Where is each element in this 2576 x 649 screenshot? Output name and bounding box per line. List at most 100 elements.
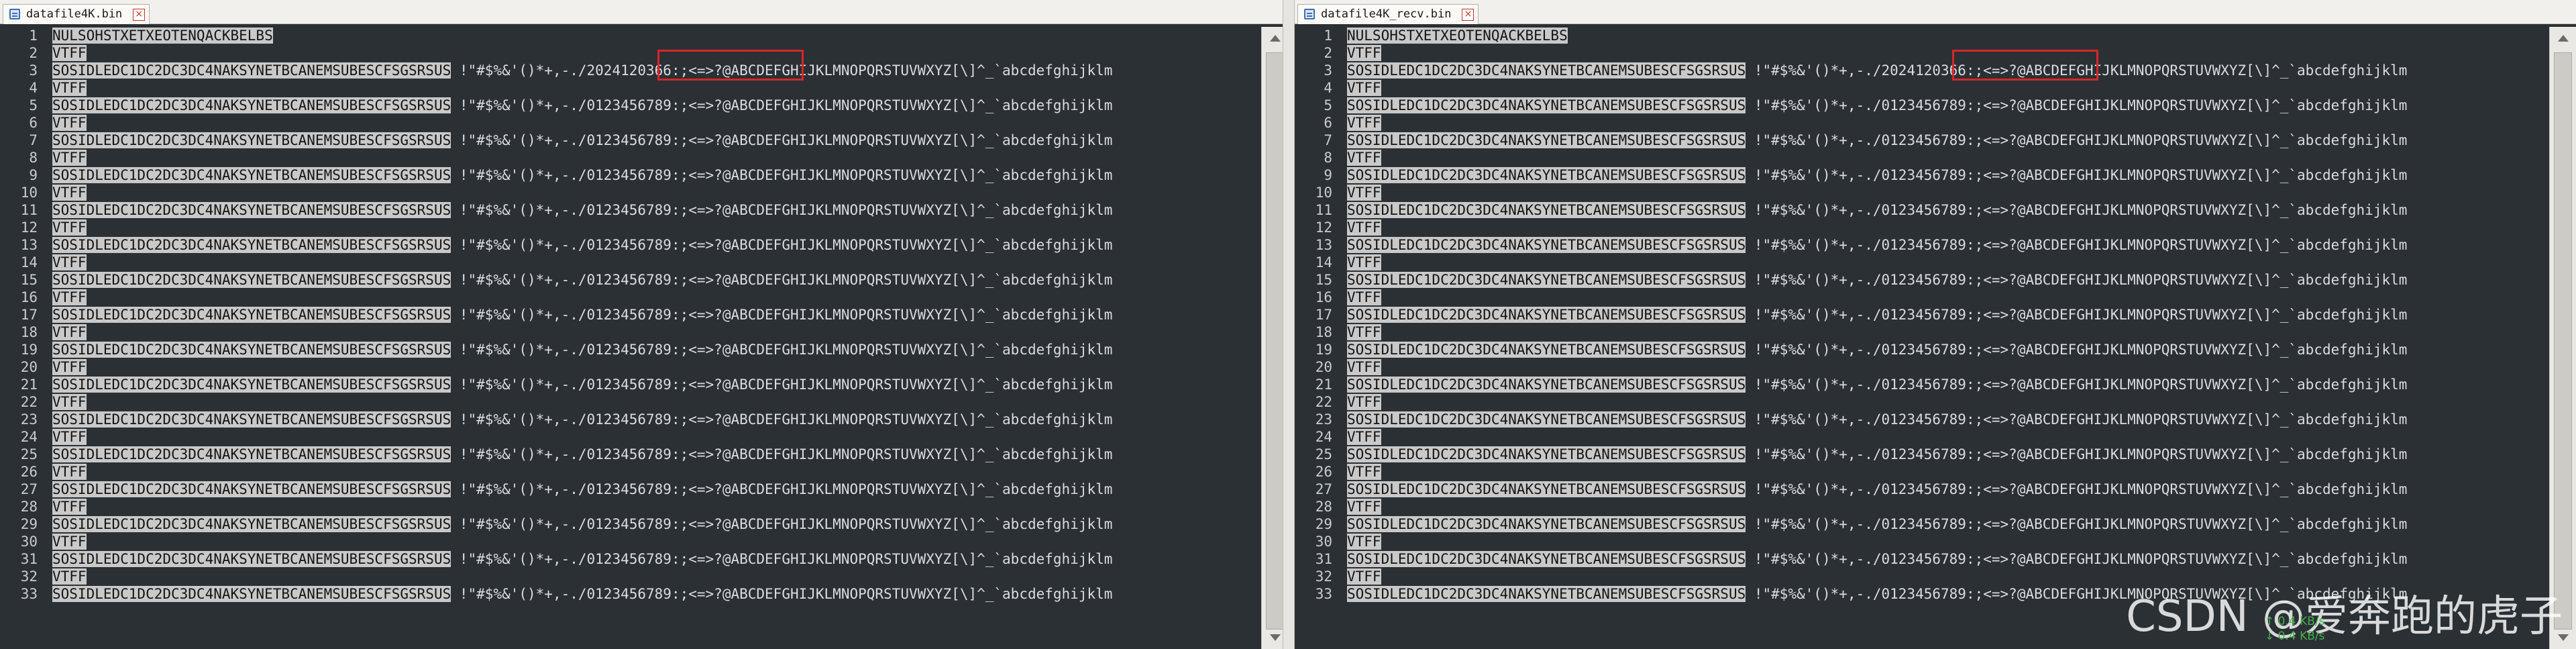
line-content: VTFF <box>52 254 87 271</box>
scroll-thumb[interactable] <box>2554 52 2572 630</box>
line-number: 15 <box>20 272 38 288</box>
ascii-text: !"#$%&'()*+,-./0123456789:;<=>?@ABCDEFGH… <box>451 272 1113 288</box>
control-chars: SOSIDLEDC1DC2DC3DC4NAKSYNETBCANEMSUBESCF… <box>1347 272 1746 288</box>
control-chars: SOSIDLEDC1DC2DC3DC4NAKSYNETBCANEMSUBESCF… <box>1347 167 1746 183</box>
left-text-area[interactable]: 1 NULSOHSTXETXEOTENQACKBELBS 2 VTFF 3 SOSIDLE… <box>0 27 1261 649</box>
ascii-text: !"#$%&'()*+,-./0123456789:;<=>?@ABCDEFGH… <box>1746 132 2408 148</box>
control-chars: NULSOHSTXETXEOTENQACKBELBS <box>52 28 273 44</box>
control-chars: SOSIDLEDC1DC2DC3DC4NAKSYNETBCANEMSUBESCF… <box>52 97 451 113</box>
line-content: VTFF <box>1347 358 1381 376</box>
control-chars: VTFF <box>1347 185 1381 201</box>
line-content: SOSIDLEDC1DC2DC3DC4NAKSYNETBCANEMSUBESCF… <box>52 166 1112 184</box>
tab-datafile4k[interactable]: datafile4K.bin × <box>3 4 150 24</box>
control-chars: VTFF <box>1347 80 1381 96</box>
control-chars: SOSIDLEDC1DC2DC3DC4NAKSYNETBCANEMSUBESCF… <box>1347 342 1746 358</box>
close-tab-icon[interactable]: × <box>133 9 146 21</box>
ascii-text: !"#$%&'()*+,-./0123456789:;<=>?@ABCDEFGH… <box>451 411 1113 428</box>
control-chars: VTFF <box>1347 429 1381 445</box>
ascii-text: !"#$%&'()*+,-./0123456789:;<=>?@ABCDEFGH… <box>1746 551 2408 567</box>
line-number: 27 <box>20 481 38 497</box>
line-content: SOSIDLEDC1DC2DC3DC4NAKSYNETBCANEMSUBESCF… <box>1347 341 2407 358</box>
right-text-area[interactable]: 1 NULSOHSTXETXEOTENQACKBELBS 2 VTFF 3 SOSIDLE… <box>1295 27 2549 649</box>
line-number: 1 <box>1324 28 1332 44</box>
ascii-text: !"#$%&'()*+,-./0123456789:;<=>?@ABCDEFGH… <box>451 167 1113 183</box>
file-icon <box>1304 9 1315 19</box>
ascii-text: !"#$%&'()*+,-./0123456789:;<=>?@ABCDEFGH… <box>1746 377 2408 393</box>
control-chars: SOSIDLEDC1DC2DC3DC4NAKSYNETBCANEMSUBESCF… <box>52 516 451 532</box>
control-chars: VTFF <box>52 219 87 236</box>
line-number: 30 <box>20 534 38 550</box>
tab-title: datafile4K.bin <box>26 7 123 21</box>
control-chars: SOSIDLEDC1DC2DC3DC4NAKSYNETBCANEMSUBESCF… <box>52 342 451 358</box>
line-number: 23 <box>1315 411 1332 428</box>
line-number: 12 <box>1315 219 1332 236</box>
line-number: 27 <box>1315 481 1332 497</box>
line-number: 24 <box>1315 429 1332 445</box>
line-content: SOSIDLEDC1DC2DC3DC4NAKSYNETBCANEMSUBESCF… <box>1347 271 2407 289</box>
line-content: VTFF <box>1347 393 1381 411</box>
control-chars: SOSIDLEDC1DC2DC3DC4NAKSYNETBCANEMSUBESCF… <box>1347 377 1746 393</box>
control-chars: VTFF <box>52 115 87 131</box>
line-number: 8 <box>1324 150 1332 166</box>
line-number: 15 <box>1315 272 1332 288</box>
line-number: 32 <box>1315 568 1332 585</box>
left-editor-pane: datafile4K.bin × 1 NULSOHSTXETXEOTENQACKB… <box>0 0 1288 649</box>
split-divider[interactable] <box>1283 0 1295 649</box>
line-number: 10 <box>20 185 38 201</box>
control-chars: VTFF <box>52 185 87 201</box>
line-number: 4 <box>1324 80 1332 96</box>
ascii-text: !"#$%&'()*+,-./0123456789:;<=>?@ABCDEFGH… <box>1746 237 2408 253</box>
line-number: 18 <box>20 324 38 340</box>
ascii-text: !"#$%&'()*+,-./0123456789:;<=>?@ABCDEFGH… <box>451 237 1113 253</box>
line-number: 2 <box>1324 45 1332 61</box>
control-chars: VTFF <box>52 429 87 445</box>
line-content: SOSIDLEDC1DC2DC3DC4NAKSYNETBCANEMSUBESCF… <box>52 550 1112 568</box>
control-chars: VTFF <box>1347 499 1381 515</box>
line-number: 5 <box>29 97 38 113</box>
left-tab-bar: datafile4K.bin × <box>0 0 1288 24</box>
line-number: 5 <box>1324 97 1332 113</box>
scroll-down-arrow-icon[interactable] <box>1270 634 1281 641</box>
line-content: SOSIDLEDC1DC2DC3DC4NAKSYNETBCANEMSUBESCF… <box>1347 132 2407 149</box>
line-content: SOSIDLEDC1DC2DC3DC4NAKSYNETBCANEMSUBESCF… <box>1347 411 2407 428</box>
line-content: SOSIDLEDC1DC2DC3DC4NAKSYNETBCANEMSUBESCF… <box>52 341 1112 358</box>
line-content: VTFF <box>1347 219 1381 236</box>
control-chars: VTFF <box>1347 394 1381 410</box>
control-chars: VTFF <box>1347 464 1381 480</box>
line-number: 2 <box>29 45 38 61</box>
line-content: SOSIDLEDC1DC2DC3DC4NAKSYNETBCANEMSUBESCF… <box>1347 481 2407 498</box>
control-chars: VTFF <box>1347 568 1381 585</box>
line-content: VTFF <box>52 463 87 481</box>
right-vertical-scrollbar[interactable] <box>2549 27 2576 649</box>
scroll-up-arrow-icon[interactable] <box>2558 35 2569 42</box>
line-content: SOSIDLEDC1DC2DC3DC4NAKSYNETBCANEMSUBESCF… <box>52 411 1112 428</box>
line-number: 21 <box>1315 377 1332 393</box>
control-chars: SOSIDLEDC1DC2DC3DC4NAKSYNETBCANEMSUBESCF… <box>1347 411 1746 428</box>
scroll-up-arrow-icon[interactable] <box>1270 35 1281 42</box>
line-content: VTFF <box>52 44 87 62</box>
line-number: 1 <box>29 28 38 44</box>
line-content: SOSIDLEDC1DC2DC3DC4NAKSYNETBCANEMSUBESCF… <box>1347 166 2407 184</box>
line-content: SOSIDLEDC1DC2DC3DC4NAKSYNETBCANEMSUBESCF… <box>1347 550 2407 568</box>
control-chars: SOSIDLEDC1DC2DC3DC4NAKSYNETBCANEMSUBESCF… <box>52 411 451 428</box>
close-tab-icon[interactable]: × <box>1462 9 1474 21</box>
line-content: NULSOHSTXETXEOTENQACKBELBS <box>52 27 273 44</box>
line-number: 11 <box>20 202 38 218</box>
line-number: 7 <box>29 132 38 148</box>
control-chars: VTFF <box>52 80 87 96</box>
line-content: VTFF <box>52 219 87 236</box>
scroll-thumb[interactable] <box>1266 52 1284 630</box>
tab-datafile4k-recv[interactable]: datafile4K_recv.bin × <box>1297 4 1479 24</box>
line-content: VTFF <box>1347 79 1381 97</box>
control-chars: VTFF <box>1347 359 1381 375</box>
control-chars: SOSIDLEDC1DC2DC3DC4NAKSYNETBCANEMSUBESCF… <box>52 272 451 288</box>
download-speed: ↓ 0.4 KB/s <box>2265 630 2325 643</box>
line-content: SOSIDLEDC1DC2DC3DC4NAKSYNETBCANEMSUBESCF… <box>1347 97 2407 114</box>
line-number: 17 <box>1315 307 1332 323</box>
line-number: 28 <box>20 499 38 515</box>
control-chars: SOSIDLEDC1DC2DC3DC4NAKSYNETBCANEMSUBESCF… <box>1347 132 1746 148</box>
control-chars: VTFF <box>52 568 87 585</box>
line-number: 16 <box>20 289 38 305</box>
control-chars: SOSIDLEDC1DC2DC3DC4NAKSYNETBCANEMSUBESCF… <box>1347 202 1746 218</box>
control-chars: VTFF <box>1347 324 1381 340</box>
